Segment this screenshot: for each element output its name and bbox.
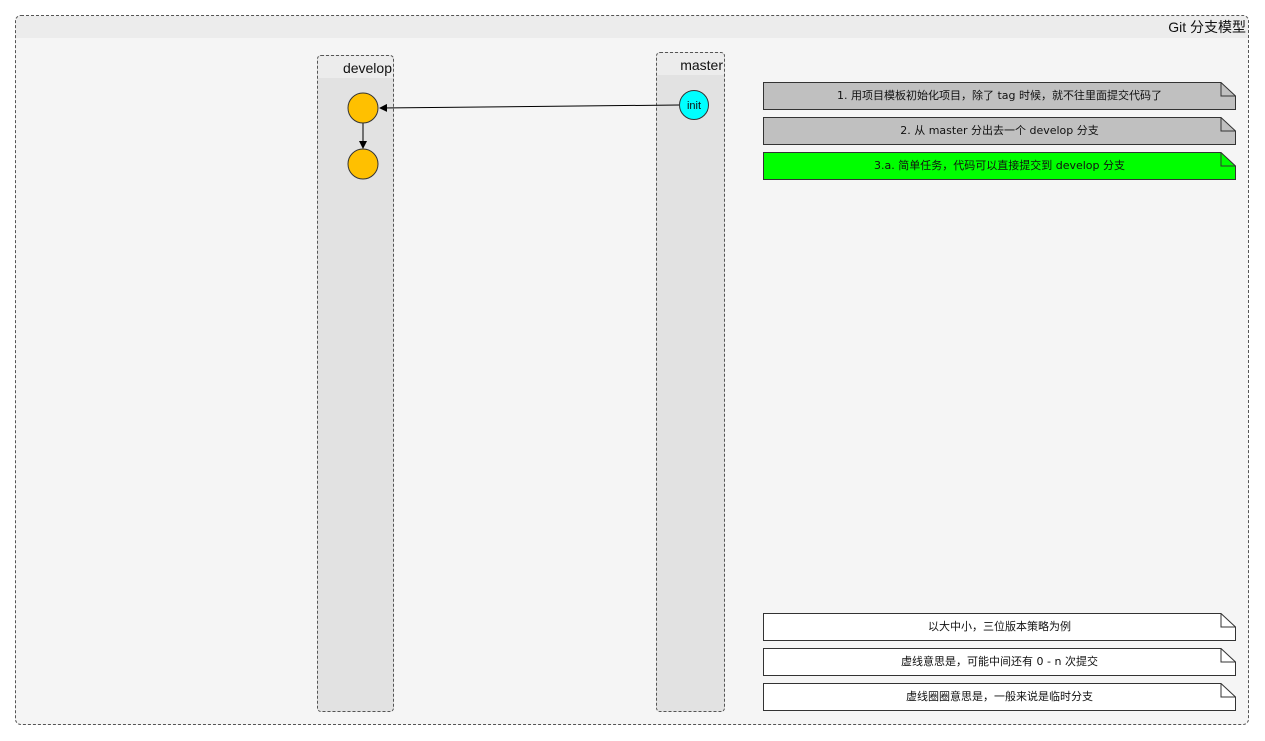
diagram-title: Git 分支模型 xyxy=(1168,19,1246,35)
note-version-strategy-text: 以大中小，三位版本策略为例 xyxy=(928,620,1071,633)
note-dashed-circle-meaning-text: 虚线圈圈意思是，一般来说是临时分支 xyxy=(906,690,1093,703)
note-dashed-circle-meaning[interactable]: 虚线圈圈意思是，一般来说是临时分支 xyxy=(763,683,1236,711)
note-step-2[interactable]: 2. 从 master 分出去一个 develop 分支 xyxy=(763,117,1236,145)
note-step-2-text: 2. 从 master 分出去一个 develop 分支 xyxy=(900,124,1099,137)
note-step-1[interactable]: 1. 用项目模板初始化项目，除了 tag 时候，就不往里面提交代码了 xyxy=(763,82,1236,110)
lane-master-header: master xyxy=(657,53,724,75)
lane-develop[interactable]: develop xyxy=(317,55,394,712)
note-dashed-line-meaning-text: 虚线意思是，可能中间还有 0 - n 次提交 xyxy=(901,655,1098,668)
note-step-1-text: 1. 用项目模板初始化项目，除了 tag 时候，就不往里面提交代码了 xyxy=(836,89,1163,102)
note-step-3a[interactable]: 3.a. 简单任务，代码可以直接提交到 develop 分支 xyxy=(763,152,1236,180)
lane-master[interactable]: master xyxy=(656,52,725,712)
note-step-3a-text: 3.a. 简单任务，代码可以直接提交到 develop 分支 xyxy=(873,159,1126,172)
frame-header: Git 分支模型 xyxy=(16,16,1248,38)
lane-develop-label: develop xyxy=(342,60,392,76)
note-dashed-line-meaning[interactable]: 虚线意思是，可能中间还有 0 - n 次提交 xyxy=(763,648,1236,676)
note-version-strategy[interactable]: 以大中小，三位版本策略为例 xyxy=(763,613,1236,641)
lane-develop-header: develop xyxy=(318,56,393,78)
lane-master-label: master xyxy=(680,57,723,73)
